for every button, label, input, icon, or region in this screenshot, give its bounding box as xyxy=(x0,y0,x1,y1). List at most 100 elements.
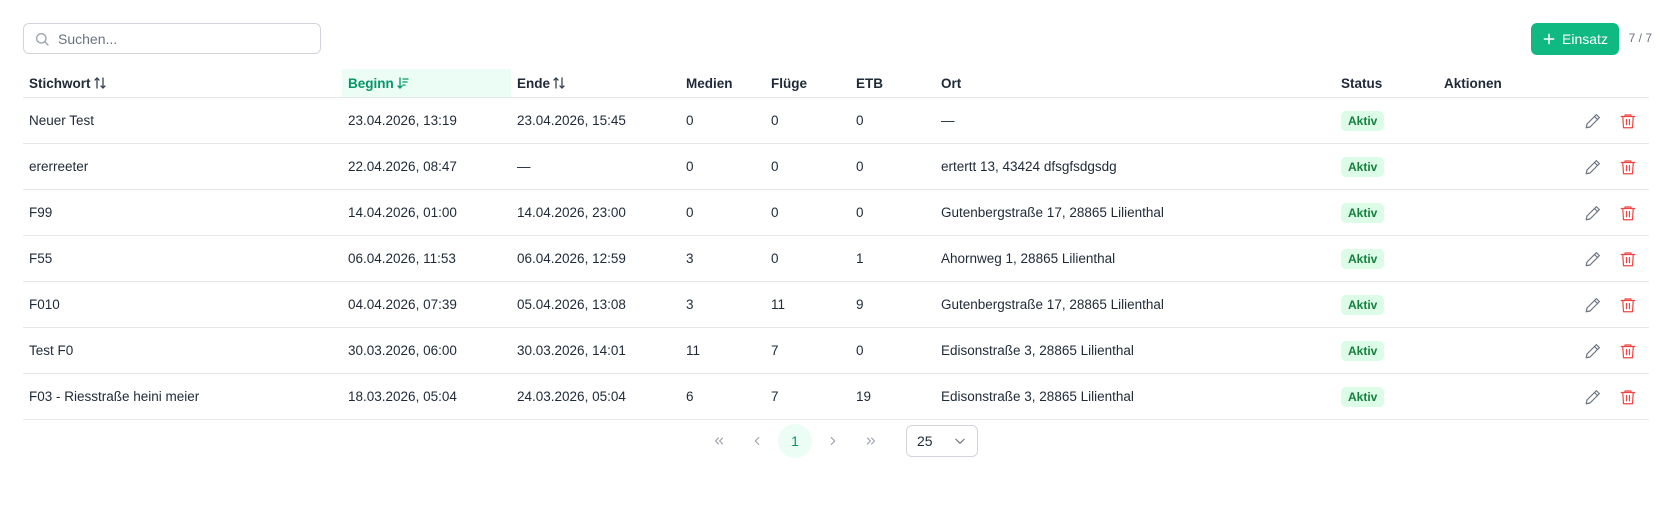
chevron-down-icon xyxy=(955,438,965,444)
trash-icon[interactable] xyxy=(1619,342,1637,360)
cell-beginn: 06.04.2026, 11:53 xyxy=(342,235,511,282)
cell-stichwort: Test F0 xyxy=(23,327,342,374)
search-input[interactable] xyxy=(58,24,313,53)
pencil-icon[interactable] xyxy=(1584,250,1602,268)
next-page-button[interactable] xyxy=(814,424,852,458)
page-size-value: 25 xyxy=(917,433,933,449)
cell-etb: 0 xyxy=(850,189,935,236)
edit-button[interactable] xyxy=(1567,388,1602,406)
trash-icon[interactable] xyxy=(1619,112,1637,130)
sort-unsorted-icon xyxy=(553,76,565,89)
column-header-stichwort[interactable]: Stichwort xyxy=(23,69,342,98)
toolbar: Einsatz 7 / 7 xyxy=(23,23,1652,56)
cell-status: Aktiv xyxy=(1335,327,1438,374)
status-badge: Aktiv xyxy=(1341,248,1385,269)
cell-actions xyxy=(1438,143,1649,190)
status-badge: Aktiv xyxy=(1341,202,1385,223)
cell-stichwort: F55 xyxy=(23,235,342,282)
pagination: 1 25 xyxy=(700,424,978,458)
trash-icon[interactable] xyxy=(1619,296,1637,314)
plus-icon xyxy=(1543,33,1555,45)
pencil-icon[interactable] xyxy=(1584,388,1602,406)
delete-button[interactable] xyxy=(1602,296,1637,314)
edit-button[interactable] xyxy=(1567,204,1602,222)
cell-status: Aktiv xyxy=(1335,281,1438,328)
cell-status: Aktiv xyxy=(1335,235,1438,282)
status-badge: Aktiv xyxy=(1341,156,1385,177)
table-row[interactable]: Neuer Test 23.04.2026, 13:19 23.04.2026, 1… xyxy=(23,97,1649,144)
cell-status: Aktiv xyxy=(1335,143,1438,190)
column-header-beginn[interactable]: Beginn xyxy=(342,69,511,98)
search-box[interactable] xyxy=(23,23,321,54)
cell-status: Aktiv xyxy=(1335,189,1438,236)
edit-button[interactable] xyxy=(1567,158,1602,176)
einsatz-table: Stichwort Beginn Ende Medien Flüge ETB O… xyxy=(23,69,1649,420)
cell-stichwort: F99 xyxy=(23,189,342,236)
table-row[interactable]: F55 06.04.2026, 11:53 06.04.2026, 12:59 3 0 1… xyxy=(23,235,1649,282)
pencil-icon[interactable] xyxy=(1584,204,1602,222)
cell-actions xyxy=(1438,327,1649,374)
edit-button[interactable] xyxy=(1567,342,1602,360)
edit-button[interactable] xyxy=(1567,250,1602,268)
cell-medien: 3 xyxy=(680,235,765,282)
pencil-icon[interactable] xyxy=(1584,112,1602,130)
sort-descending-icon xyxy=(397,76,409,89)
cell-ort: — xyxy=(935,97,1335,144)
add-einsatz-button[interactable]: Einsatz xyxy=(1531,23,1619,55)
search-icon xyxy=(36,33,49,46)
cell-fluege: 0 xyxy=(765,235,850,282)
delete-button[interactable] xyxy=(1602,204,1637,222)
trash-icon[interactable] xyxy=(1619,158,1637,176)
table-row[interactable]: F99 14.04.2026, 01:00 14.04.2026, 23:00 0 0 0… xyxy=(23,189,1649,236)
cell-fluege: 7 xyxy=(765,373,850,420)
cell-ende: 30.03.2026, 14:01 xyxy=(511,327,680,374)
cell-actions xyxy=(1438,189,1649,236)
trash-icon[interactable] xyxy=(1619,204,1637,222)
delete-button[interactable] xyxy=(1602,342,1637,360)
trash-icon[interactable] xyxy=(1619,388,1637,406)
cell-ende: 06.04.2026, 12:59 xyxy=(511,235,680,282)
cell-fluege: 0 xyxy=(765,143,850,190)
previous-page-button[interactable] xyxy=(738,424,776,458)
cell-stichwort: F03 - Riesstraße heini meier xyxy=(23,373,342,420)
chevrons-right-icon xyxy=(866,437,876,445)
table-row[interactable]: F010 04.04.2026, 07:39 05.04.2026, 13:08 3 1… xyxy=(23,281,1649,328)
delete-button[interactable] xyxy=(1602,388,1637,406)
cell-medien: 3 xyxy=(680,281,765,328)
cell-ort: Ahornweg 1, 28865 Lilienthal xyxy=(935,235,1335,282)
cell-actions xyxy=(1438,373,1649,420)
table-row[interactable]: ererreeter 22.04.2026, 08:47—0 0 0 ertertt 1… xyxy=(23,143,1649,190)
edit-button[interactable] xyxy=(1567,112,1602,130)
cell-medien: 0 xyxy=(680,143,765,190)
last-page-button[interactable] xyxy=(852,424,890,458)
cell-ende: 24.03.2026, 05:04 xyxy=(511,373,680,420)
column-header-etb: ETB xyxy=(850,69,935,98)
column-header-ende[interactable]: Ende xyxy=(511,69,680,98)
delete-button[interactable] xyxy=(1602,112,1637,130)
column-header-status: Status xyxy=(1335,69,1438,98)
pencil-icon[interactable] xyxy=(1584,296,1602,314)
chevron-left-icon xyxy=(754,436,760,446)
pencil-icon[interactable] xyxy=(1584,158,1602,176)
cell-fluege: 0 xyxy=(765,189,850,236)
cell-beginn: 04.04.2026, 07:39 xyxy=(342,281,511,328)
table-row[interactable]: Test F0 30.03.2026, 06:00 30.03.2026, 14:0… xyxy=(23,327,1649,374)
record-count: 7 / 7 xyxy=(1628,31,1652,45)
delete-button[interactable] xyxy=(1602,250,1637,268)
cell-actions xyxy=(1438,97,1649,144)
cell-stichwort: ererreeter xyxy=(23,143,342,190)
cell-etb: 0 xyxy=(850,97,935,144)
trash-icon[interactable] xyxy=(1619,250,1637,268)
table-row[interactable]: F03 - Riesstraße heini meier 18.03.2026, … xyxy=(23,373,1649,420)
page-size-select[interactable]: 25 xyxy=(906,425,978,457)
cell-etb: 0 xyxy=(850,327,935,374)
cell-ort: Gutenbergstraße 17, 28865 Lilienthal xyxy=(935,189,1335,236)
edit-button[interactable] xyxy=(1567,296,1602,314)
pencil-icon[interactable] xyxy=(1584,342,1602,360)
cell-status: Aktiv xyxy=(1335,373,1438,420)
first-page-button[interactable] xyxy=(700,424,738,458)
page-button-current[interactable]: 1 xyxy=(778,424,812,458)
cell-etb: 19 xyxy=(850,373,935,420)
delete-button[interactable] xyxy=(1602,158,1637,176)
cell-ort: Edisonstraße 3, 28865 Lilienthal xyxy=(935,327,1335,374)
